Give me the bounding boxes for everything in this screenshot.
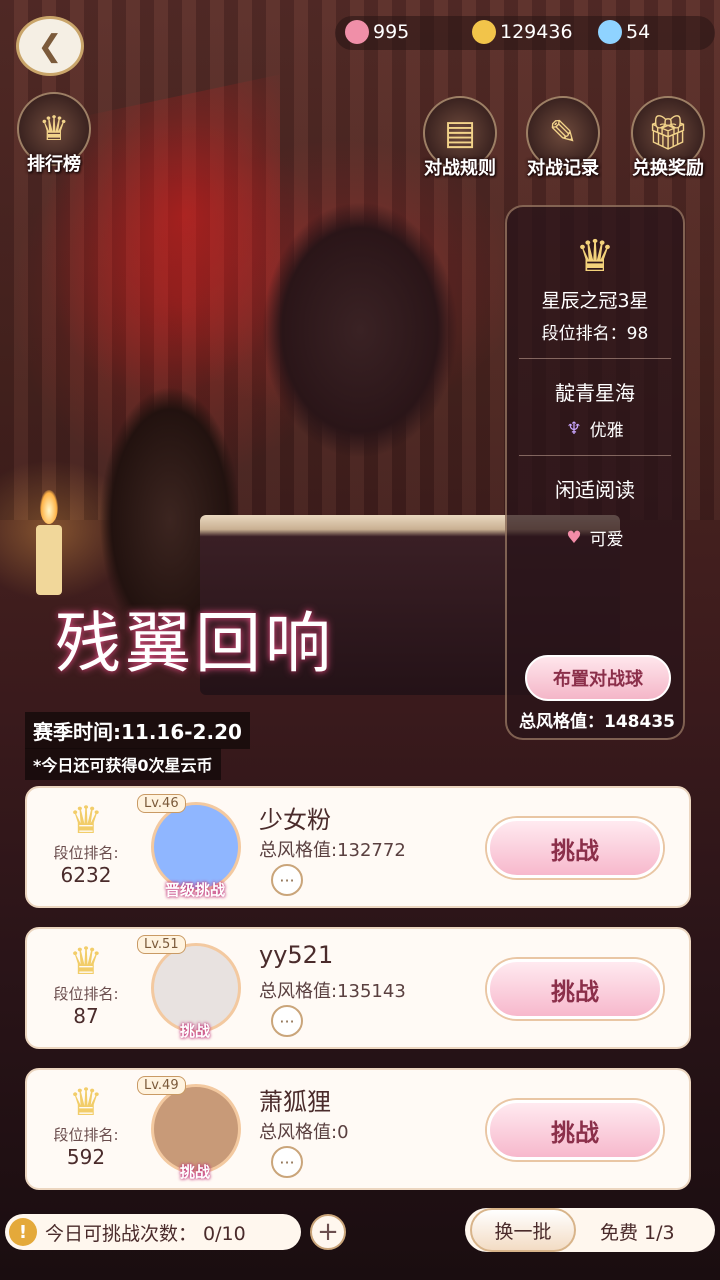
daily-attempts-text: 今日可挑战次数： 0/10 — [45, 1222, 246, 1245]
style-theme-2: 闲适阅读 — [555, 478, 635, 502]
opponent-rank-badge: ♛ 段位排名: 6232 — [49, 798, 123, 887]
arrange-battle-ball-button[interactable]: 布置对战球 — [525, 655, 671, 701]
level-badge: Lv.46 — [137, 794, 186, 813]
coin-count: 129436 — [500, 21, 573, 43]
coin-resource: 129436 — [472, 20, 573, 44]
avatar-tag: 挑战 — [179, 1022, 210, 1040]
exclamation-icon: ! — [9, 1218, 37, 1246]
back-button[interactable]: ❮ — [16, 16, 84, 76]
redeem-rewards-label: 兑换奖励 — [632, 158, 704, 179]
add-attempts-button[interactable]: + — [310, 1214, 346, 1250]
coin-icon — [472, 20, 496, 44]
opponent-rank-badge: ♛ 段位排名: 87 — [49, 939, 123, 1028]
rank-label: 段位排名: — [53, 844, 119, 862]
free-refresh-count: 免费 1/3 — [600, 1222, 675, 1244]
avatar-tag: 挑战 — [179, 1163, 210, 1181]
gem-icon — [345, 20, 369, 44]
candle-art — [36, 525, 62, 595]
plus-icon: + — [317, 1217, 339, 1247]
total-style-value: 总风格值：148435 — [519, 712, 675, 732]
opponent-style-score: 总风格值:0 — [259, 1122, 349, 1143]
divider — [519, 358, 671, 359]
opponent-card: ♛ 段位排名: 87 Lv.51 挑战 yy521 总风格值:135143 ··… — [25, 927, 691, 1049]
opponent-style-score: 总风格值:132772 — [259, 840, 406, 861]
rank-crown-icon: ♛ — [68, 939, 104, 983]
battle-rules-button[interactable]: ▤ 对战规则 — [418, 96, 502, 180]
daily-reward-tip: *今日还可获得0次星云币 — [25, 748, 221, 780]
style-theme-1: 靛青星海 — [555, 381, 635, 405]
opponent-name: 萧狐狸 — [259, 1088, 331, 1116]
rank-tier: 星辰之冠3星 — [541, 290, 649, 312]
style-tag-2: ♥ 可爱 — [507, 525, 683, 551]
more-options-button[interactable]: ··· — [271, 864, 303, 896]
candle-flame-art — [40, 490, 58, 524]
player-rank-panel: ♛ 星辰之冠3星 段位排名：98 靛青星海 ♆ 优雅 闲适阅读 ♥ 可爱 布置对… — [505, 205, 685, 740]
heart-icon: ♥ — [566, 527, 582, 548]
back-arrow-icon: ❮ — [37, 28, 63, 64]
rank-crown-icon: ♛ — [68, 798, 104, 842]
challenge-button[interactable]: 挑战 — [487, 818, 663, 878]
rank-value: 87 — [73, 1004, 99, 1028]
opponent-avatar[interactable]: Lv.51 挑战 — [137, 935, 245, 1041]
rank-position: 段位排名：98 — [541, 324, 649, 344]
battle-rules-label: 对战规则 — [424, 158, 496, 179]
style-tag-1-label: 优雅 — [589, 421, 624, 441]
refresh-opponents-button[interactable]: 换一批 — [470, 1208, 576, 1252]
opponent-avatar[interactable]: Lv.46 晋级挑战 — [137, 794, 245, 900]
opponent-rank-badge: ♛ 段位排名: 592 — [49, 1080, 123, 1169]
level-badge: Lv.49 — [137, 1076, 186, 1095]
leaderboard-button[interactable]: ♛ 排行榜 — [12, 92, 96, 176]
level-badge: Lv.51 — [137, 935, 186, 954]
gem-count: 995 — [373, 21, 410, 43]
gem-resource: 995 — [345, 20, 409, 44]
rank-label: 段位排名: — [53, 1126, 119, 1144]
redeem-rewards-button[interactable]: 🎁︎ 兑换奖励 — [623, 96, 713, 180]
swan-icon: ♆ — [566, 418, 582, 439]
leaderboard-label: 排行榜 — [27, 154, 81, 175]
season-time: 赛季时间:11.16-2.20 — [25, 712, 250, 749]
battle-records-button[interactable]: ✎ 对战记录 — [521, 96, 605, 180]
style-tag-1: ♆ 优雅 — [507, 416, 683, 442]
style-tag-2-label: 可爱 — [589, 530, 624, 550]
crystal-icon — [598, 20, 622, 44]
challenge-button[interactable]: 挑战 — [487, 959, 663, 1019]
rank-value: 592 — [66, 1145, 106, 1169]
opponent-card: ♛ 段位排名: 592 Lv.49 挑战 萧狐狸 总风格值:0 ··· 挑战 — [25, 1068, 691, 1190]
battle-records-label: 对战记录 — [527, 158, 599, 179]
opponent-name: yy521 — [259, 941, 334, 969]
opponent-card: ♛ 段位排名: 6232 Lv.46 晋级挑战 少女粉 总风格值:132772 … — [25, 786, 691, 908]
rank-crown-icon: ♛ — [68, 1080, 104, 1124]
opponent-style-score: 总风格值:135143 — [259, 981, 406, 1002]
ellipsis-icon: ··· — [279, 1011, 295, 1031]
crystal-resource: 54 — [598, 20, 650, 44]
ellipsis-icon: ··· — [279, 870, 295, 890]
star-crown-rank-icon: ♛ — [575, 231, 615, 282]
crystal-count: 54 — [626, 21, 651, 43]
rank-label: 段位排名: — [53, 985, 119, 1003]
opponent-name: 少女粉 — [259, 806, 331, 834]
event-title-logo: 残翼回响 — [55, 605, 335, 682]
ellipsis-icon: ··· — [279, 1152, 295, 1172]
avatar-tag: 晋级挑战 — [164, 881, 225, 899]
daily-attempts-bar: ! 今日可挑战次数： 0/10 — [5, 1214, 301, 1250]
opponent-avatar[interactable]: Lv.49 挑战 — [137, 1076, 245, 1182]
divider — [519, 455, 671, 456]
rank-value: 6232 — [60, 863, 112, 887]
more-options-button[interactable]: ··· — [271, 1146, 303, 1178]
more-options-button[interactable]: ··· — [271, 1005, 303, 1037]
challenge-button[interactable]: 挑战 — [487, 1100, 663, 1160]
